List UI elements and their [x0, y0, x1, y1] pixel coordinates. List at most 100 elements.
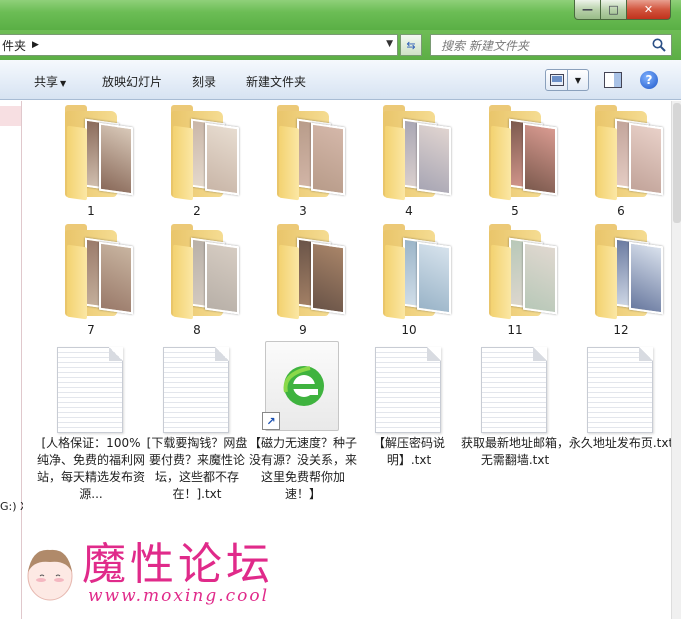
file-item[interactable]: 【解压密码说明】.txt [359, 347, 459, 517]
navigation-pane[interactable] [0, 101, 22, 619]
new-folder-button[interactable]: 新建文件夹 [246, 73, 306, 90]
folder-icon [147, 222, 247, 322]
file-label: 【解压密码说明】.txt [372, 436, 445, 467]
folder-front [491, 125, 511, 201]
folder-front [597, 125, 617, 201]
address-history-dropdown-icon[interactable]: ▼ [386, 39, 393, 49]
vertical-scrollbar[interactable] [671, 101, 681, 619]
search-icon[interactable] [651, 37, 667, 53]
folder-item[interactable]: 5 [465, 103, 565, 223]
watermark-url: www.moxing.cool [88, 586, 270, 606]
page-corner [533, 347, 547, 361]
file-item[interactable]: [下载要掏钱？网盘要付费？来魔性论坛，这些都不存在！].txt [147, 347, 247, 517]
file-label: [人格保证：100%纯净、免费的福利网站，每天精选发布资源... [37, 436, 146, 501]
file-item[interactable]: ↗ 【磁力无速度？种子没有源？没关系，来这里免费帮你加速！】 [249, 341, 357, 517]
window-controls: — □ ✕ [574, 0, 671, 20]
refresh-button[interactable]: ⇆ [400, 34, 422, 56]
folder-front [67, 244, 87, 320]
navigation-selected-item[interactable] [0, 106, 21, 126]
browser-logo-icon [283, 366, 324, 406]
maximize-button[interactable]: □ [601, 0, 627, 20]
page-corner [427, 347, 441, 361]
folder-label: 12 [613, 323, 629, 337]
page-corner [639, 347, 653, 361]
browser-shortcut-icon: ↗ [262, 341, 339, 431]
folder-icon [253, 222, 353, 322]
thumbnail-image [311, 122, 345, 196]
file-label: 获取最新地址邮箱，无需翻墙.txt [461, 436, 570, 467]
folder-front [385, 244, 405, 320]
burn-button[interactable]: 刻录 [192, 73, 216, 90]
folder-front [67, 125, 87, 201]
folder-label: 8 [193, 323, 201, 337]
folder-item[interactable]: 1 [41, 103, 141, 223]
folder-item[interactable]: 9 [253, 222, 353, 342]
folder-icon [465, 222, 565, 322]
thumbnail-image [417, 122, 451, 196]
text-file-icon [375, 347, 441, 433]
minimize-button[interactable]: — [574, 0, 601, 20]
folder-item[interactable]: 8 [147, 222, 247, 342]
folder-item[interactable]: 6 [571, 103, 671, 223]
folder-item[interactable]: 12 [571, 222, 671, 342]
folder-label: 2 [193, 204, 201, 218]
folder-front [491, 244, 511, 320]
folder-item[interactable]: 2 [147, 103, 247, 223]
folder-label: 11 [507, 323, 523, 337]
slideshow-button[interactable]: 放映幻灯片 [102, 73, 162, 90]
folder-icon [359, 103, 459, 203]
text-file-icon [163, 347, 229, 433]
watermark-title: 魔性论坛 [82, 539, 274, 590]
folder-icon [253, 103, 353, 203]
thumbnail-image [99, 122, 133, 196]
thumbnail-image [205, 241, 239, 315]
folder-item[interactable]: 10 [359, 222, 459, 342]
page-corner [215, 347, 229, 361]
breadcrumb-current[interactable]: 件夹 [0, 37, 26, 54]
folder-front [279, 244, 299, 320]
share-menu[interactable]: 共享 ▼ [34, 73, 66, 90]
text-file-icon [481, 347, 547, 433]
thumbnail-image [99, 241, 133, 315]
search-input[interactable]: 搜索 新建文件夹 [430, 34, 672, 56]
page-corner [109, 347, 123, 361]
share-label: 共享 [34, 75, 59, 89]
folder-label: 3 [299, 204, 307, 218]
folder-label: 4 [405, 204, 413, 218]
folder-front [173, 244, 193, 320]
folder-label: 7 [87, 323, 95, 337]
refresh-icon: ⇆ [406, 38, 416, 52]
file-item[interactable]: [人格保证：100%纯净、免费的福利网站，每天精选发布资源... [37, 347, 145, 517]
file-item[interactable]: 永久地址发布页.txt [569, 347, 673, 517]
address-bar[interactable]: 件夹 ▶ ▼ [0, 34, 398, 56]
thumbnail-image [417, 241, 451, 315]
preview-pane-icon[interactable] [604, 72, 622, 88]
folder-label: 1 [87, 204, 95, 218]
breadcrumb-arrow-icon[interactable]: ▶ [32, 40, 39, 50]
thumbnail-image [205, 122, 239, 196]
folder-item[interactable]: 4 [359, 103, 459, 223]
search-placeholder: 搜索 新建文件夹 [441, 38, 529, 53]
help-button[interactable]: ? [640, 71, 658, 89]
file-label: 永久地址发布页.txt [568, 436, 674, 450]
change-view-button[interactable]: ▼ [545, 69, 589, 91]
thumbnail-image [629, 241, 663, 315]
close-button[interactable]: ✕ [627, 0, 671, 20]
view-dropdown-icon[interactable]: ▼ [568, 76, 588, 85]
folder-item[interactable]: 7 [41, 222, 141, 342]
thumbnail-image [523, 241, 557, 315]
folder-icon [465, 103, 565, 203]
text-file-icon [587, 347, 653, 433]
thumbnail-image [629, 122, 663, 196]
chevron-down-icon: ▼ [60, 79, 67, 88]
view-icon [546, 70, 568, 90]
folder-item[interactable]: 3 [253, 103, 353, 223]
address-row: 件夹 ▶ ▼ ⇆ 搜索 新建文件夹 [0, 30, 681, 60]
folder-front [279, 125, 299, 201]
folder-label: 5 [511, 204, 519, 218]
folder-item[interactable]: 11 [465, 222, 565, 342]
folder-icon [359, 222, 459, 322]
folder-label: 9 [299, 323, 307, 337]
file-item[interactable]: 获取最新地址邮箱，无需翻墙.txt [461, 347, 569, 517]
scrollbar-thumb[interactable] [673, 103, 681, 223]
